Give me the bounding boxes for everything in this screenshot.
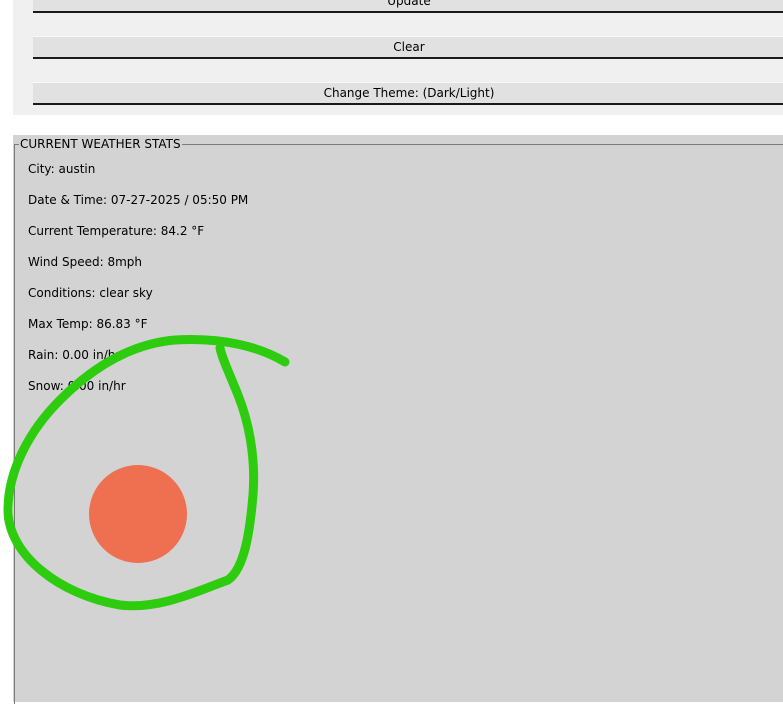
datetime-label: Date & Time: 07-27-2025 / 05:50 PM	[28, 193, 249, 207]
clear-button[interactable]: Clear	[33, 36, 783, 59]
max-temp-label: Max Temp: 86.83 °F	[28, 317, 148, 331]
wind-speed-label: Wind Speed: 8mph	[28, 255, 142, 269]
change-theme-button[interactable]: Change Theme: (Dark/Light)	[33, 82, 783, 105]
temperature-label: Current Temperature: 84.2 °F	[28, 224, 205, 238]
sun-icon	[89, 465, 187, 563]
rain-label: Rain: 0.00 in/hr	[28, 348, 121, 362]
control-panel: Update Clear Change Theme: (Dark/Light)	[13, 0, 783, 115]
city-label: City: austin	[28, 162, 96, 176]
conditions-label: Conditions: clear sky	[28, 286, 153, 300]
update-button[interactable]: Update	[33, 0, 783, 13]
weather-stats-panel: CURRENT WEATHER STATS City: austin Date …	[13, 135, 783, 704]
weather-stats-title: CURRENT WEATHER STATS	[19, 137, 182, 151]
snow-label: Snow: 0.00 in/hr	[28, 379, 126, 393]
